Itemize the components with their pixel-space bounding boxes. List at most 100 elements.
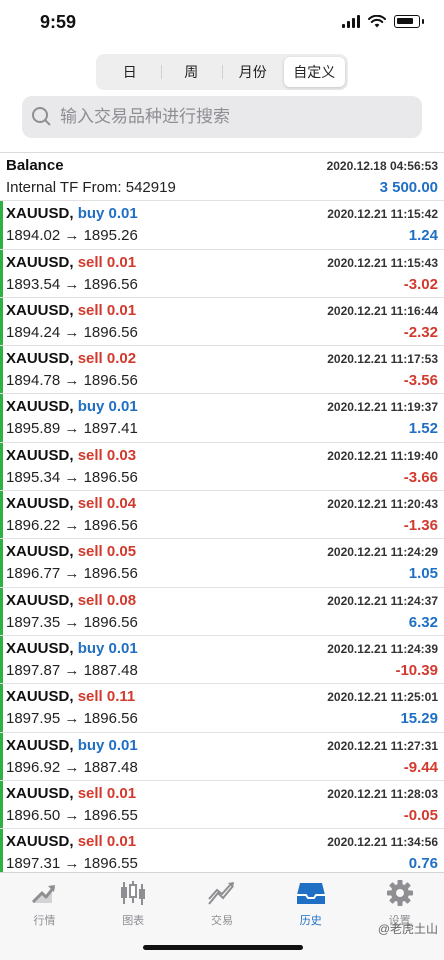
trade-symbol: XAUUSD, <box>6 205 74 223</box>
trade-row[interactable]: XAUUSD, buy 0.01 1897.87 → 1887.48 2020.12… <box>0 635 444 685</box>
trade-open-price: 1894.24 <box>6 323 61 341</box>
trade-symbol: XAUUSD, <box>6 736 74 754</box>
trade-volume: 0.01 <box>108 398 138 416</box>
trade-open-price: 1896.22 <box>6 517 61 535</box>
trade-time: 2020.12.21 11:24:29 <box>327 545 438 560</box>
trade-row[interactable]: XAUUSD, sell 0.01 1893.54 → 1896.56 2020.1… <box>0 249 444 298</box>
balance-description: Internal TF From: 542919 <box>6 179 176 196</box>
tab-quotes[interactable]: 行情 <box>0 873 89 960</box>
balance-time: 2020.12.18 04:56:53 <box>326 159 438 173</box>
history-list: Balance Internal TF From: 542919 2020.12… <box>0 152 444 878</box>
trade-time: 2020.12.21 11:15:42 <box>327 207 438 222</box>
trade-time: 2020.12.21 11:19:37 <box>327 400 438 415</box>
trade-volume: 0.04 <box>106 495 137 513</box>
tab-trade-label: 交易 <box>210 915 233 927</box>
trade-symbol: XAUUSD, <box>6 688 74 706</box>
wifi-icon <box>368 15 386 28</box>
search-input[interactable] <box>60 107 400 127</box>
trade-title: XAUUSD, sell 0.01 <box>6 785 136 802</box>
quotes-icon <box>32 885 56 904</box>
trade-time: 2020.12.21 11:24:37 <box>327 593 438 608</box>
trade-symbol: XAUUSD, <box>6 543 74 561</box>
home-indicator <box>143 945 303 950</box>
arrow-right-icon: → <box>60 613 84 631</box>
arrow-right-icon: → <box>60 227 84 245</box>
trade-title: XAUUSD, sell 0.11 <box>6 688 135 705</box>
trade-volume: 0.01 <box>106 833 137 851</box>
trade-symbol: XAUUSD, <box>6 833 74 851</box>
arrow-right-icon: → <box>60 855 84 873</box>
trade-side: buy <box>77 398 105 416</box>
watermark: @老虎土山 <box>377 922 438 936</box>
trade-profit: -9.44 <box>403 758 438 776</box>
period-tab-month[interactable]: 月份 <box>222 57 284 87</box>
trade-row[interactable]: XAUUSD, sell 0.03 1895.34 → 1896.56 2020.1… <box>0 442 444 492</box>
tab-settings[interactable]: 设置 <box>355 873 444 960</box>
trade-side: sell <box>77 591 103 609</box>
balance-row[interactable]: Balance Internal TF From: 542919 2020.12… <box>0 153 444 202</box>
settings-icon <box>386 880 413 906</box>
trade-time: 2020.12.21 11:28:03 <box>327 786 438 801</box>
trade-side: sell <box>77 350 103 368</box>
trade-time: 2020.12.21 11:16:44 <box>327 303 438 318</box>
trade-symbol: XAUUSD, <box>6 253 74 271</box>
trade-prices: 1897.31 → 1896.55 <box>6 855 138 872</box>
trade-open-price: 1896.77 <box>6 565 61 583</box>
trade-close-price: 1896.56 <box>83 565 138 583</box>
trade-symbol: XAUUSD, <box>6 784 74 802</box>
trade-side: sell <box>77 784 103 802</box>
trade-volume: 0.01 <box>108 205 138 223</box>
trade-side: sell <box>77 301 103 319</box>
trade-row[interactable]: XAUUSD, sell 0.04 1896.22 → 1896.56 2020.1… <box>0 491 444 540</box>
cellular-signal-icon <box>342 15 360 28</box>
trade-open-price: 1895.34 <box>6 468 61 486</box>
balance-amount: 3 500.00 <box>379 179 438 196</box>
trade-profit: -0.05 <box>403 806 438 824</box>
trade-symbol: XAUUSD, <box>6 446 74 464</box>
trade-title: XAUUSD, sell 0.01 <box>6 302 136 319</box>
trade-time: 2020.12.21 11:19:40 <box>327 448 438 463</box>
trade-row[interactable]: XAUUSD, buy 0.01 1894.02 → 1895.26 2020.12… <box>0 201 444 250</box>
trade-side: buy <box>77 205 105 223</box>
arrow-right-icon: → <box>60 468 84 486</box>
symbol-search-bar[interactable] <box>22 96 422 138</box>
period-tab-day[interactable]: 日 <box>99 57 161 87</box>
trade-close-price: 1896.55 <box>83 806 138 824</box>
trade-prices: 1897.95 → 1896.56 <box>6 710 138 727</box>
trade-title: XAUUSD, buy 0.01 <box>6 205 138 222</box>
trade-open-price: 1897.95 <box>6 710 61 728</box>
trade-row[interactable]: XAUUSD, sell 0.01 1897.31 → 1896.55 2020.1… <box>0 829 444 878</box>
trade-side: buy <box>77 639 105 657</box>
arrow-right-icon: → <box>60 758 84 776</box>
trade-row[interactable]: XAUUSD, sell 0.05 1896.77 → 1896.56 2020.1… <box>0 539 444 588</box>
trade-row[interactable]: XAUUSD, buy 0.01 1895.89 → 1897.41 2020.12… <box>0 394 444 443</box>
chart-icon <box>121 881 146 905</box>
trade-profit: -3.02 <box>403 275 438 293</box>
trade-row[interactable]: XAUUSD, sell 0.11 1897.95 → 1896.56 2020.1… <box>0 684 444 733</box>
trade-volume: 0.02 <box>106 350 137 368</box>
trade-close-price: 1896.56 <box>83 517 138 535</box>
trade-side: sell <box>77 688 103 706</box>
trade-row[interactable]: XAUUSD, sell 0.01 1894.24 → 1896.56 2020.1… <box>0 297 444 347</box>
trade-profit: 1.24 <box>408 227 438 245</box>
arrow-right-icon: → <box>60 517 84 535</box>
trade-title: XAUUSD, sell 0.08 <box>6 592 136 609</box>
period-segmented-control: 日 周 月份 自定义 <box>96 54 348 90</box>
trade-prices: 1894.02 → 1895.26 <box>6 227 138 244</box>
period-tab-custom[interactable]: 自定义 <box>283 57 345 87</box>
trade-row[interactable]: XAUUSD, sell 0.08 1897.35 → 1896.56 2020.1… <box>0 587 444 636</box>
trade-open-price: 1894.78 <box>6 372 61 390</box>
trade-close-price: 1896.56 <box>83 275 138 293</box>
tab-history-label: 历史 <box>299 915 322 927</box>
trade-row[interactable]: XAUUSD, sell 0.02 1894.78 → 1896.56 2020.1… <box>0 346 444 395</box>
trade-close-price: 1897.41 <box>83 420 138 438</box>
trade-profit: -3.56 <box>403 372 438 390</box>
trade-prices: 1896.77 → 1896.56 <box>6 565 138 582</box>
trade-close-price: 1896.56 <box>83 613 138 631</box>
trade-title: XAUUSD, sell 0.01 <box>6 254 136 271</box>
trade-profit: -3.66 <box>403 468 438 486</box>
trade-row[interactable]: XAUUSD, buy 0.01 1896.92 → 1887.48 2020.12… <box>0 732 444 781</box>
period-tab-week[interactable]: 周 <box>160 57 223 87</box>
trade-row[interactable]: XAUUSD, sell 0.01 1896.50 → 1896.55 2020.1… <box>0 780 444 830</box>
trade-time: 2020.12.21 11:34:56 <box>327 835 438 850</box>
